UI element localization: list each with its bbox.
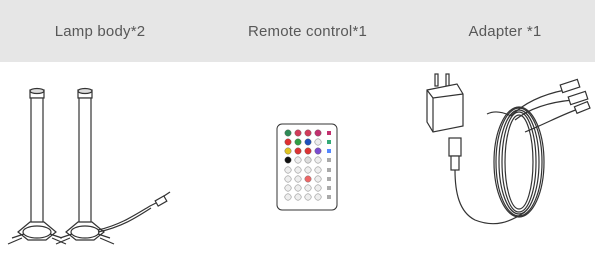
lamp-body-label: Lamp body*2 (54, 22, 146, 40)
remote-control-label: Remote control*1 (247, 22, 368, 40)
lamp-bodies-icon (7, 87, 171, 245)
lamp-bodies-illustration (0, 80, 200, 254)
remote-control-icon (276, 123, 338, 211)
adapter-icon (426, 73, 591, 225)
remote-control-illustration (275, 122, 339, 212)
package-contents-header: Lamp body*2 Remote control*1 Adapter *1 (0, 0, 595, 62)
adapter-illustration (415, 72, 595, 254)
adapter-label: Adapter *1 (468, 22, 542, 40)
